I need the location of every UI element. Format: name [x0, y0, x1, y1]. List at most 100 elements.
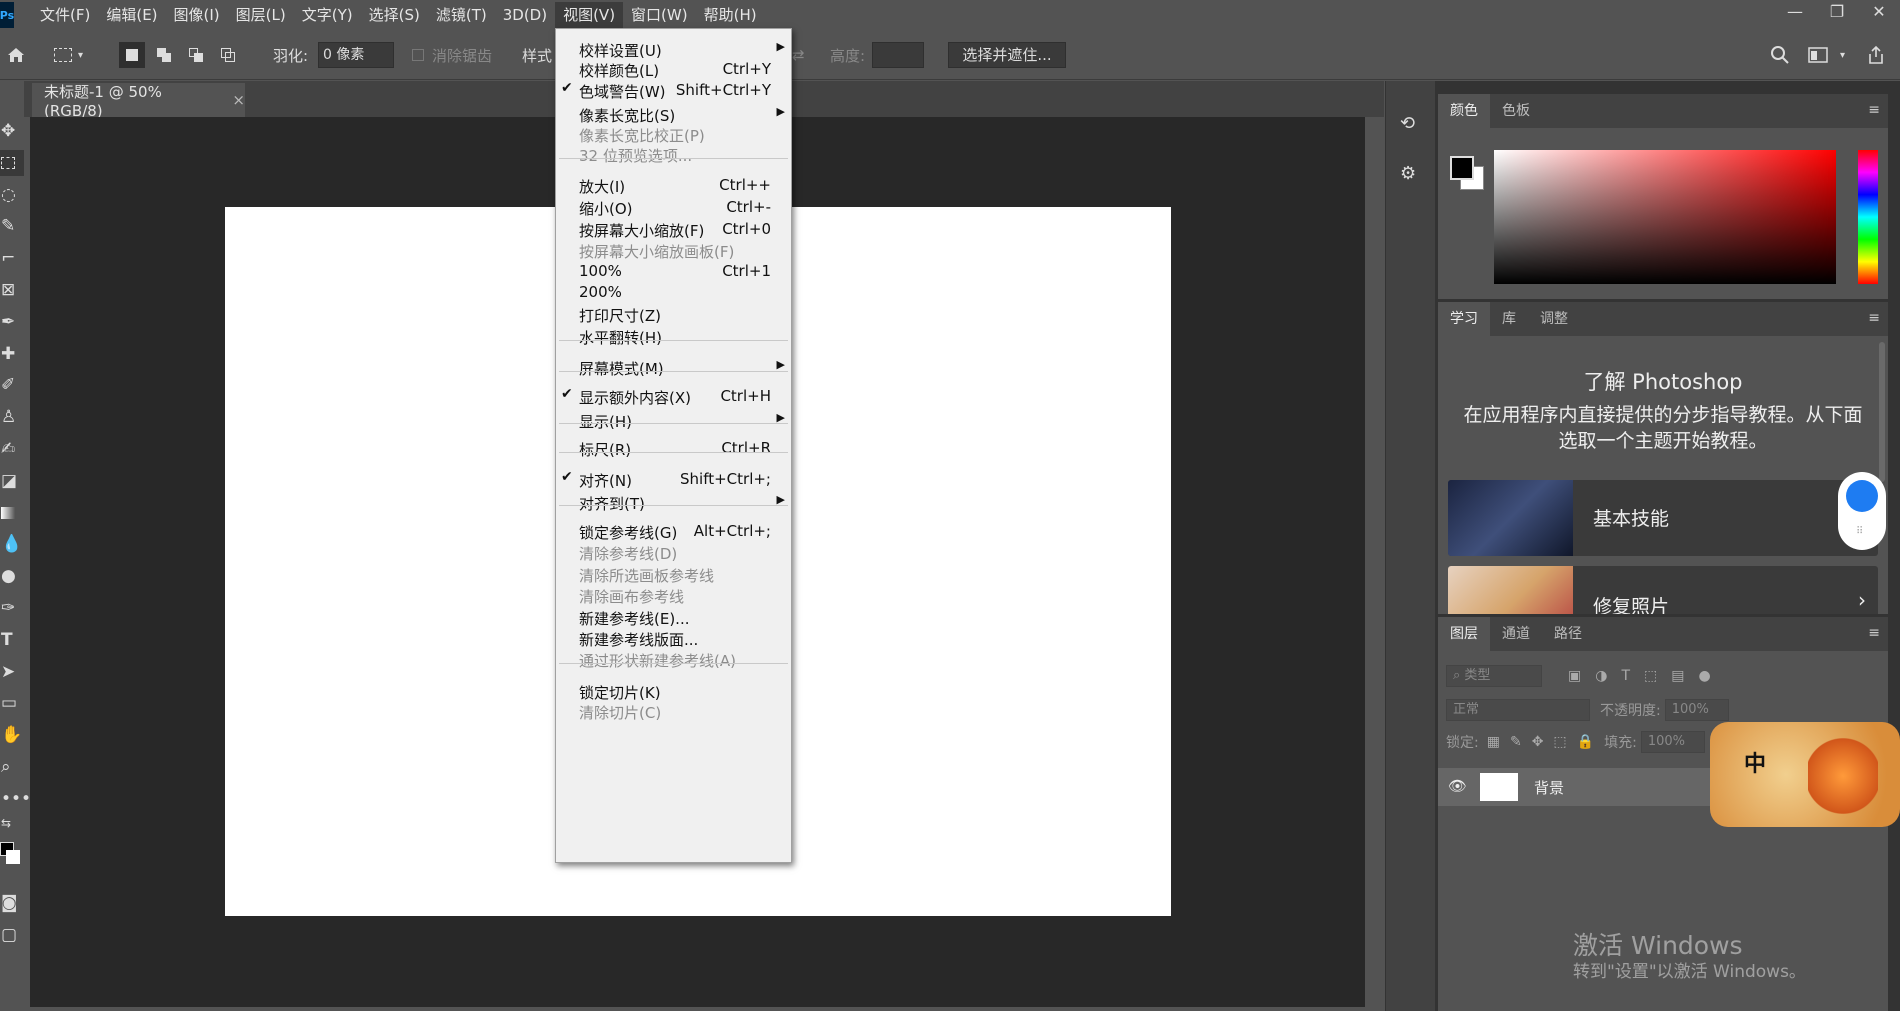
workspace-icon[interactable]: ▾ — [1808, 30, 1845, 80]
healing-brush-tool-icon[interactable]: ✚ — [0, 341, 24, 367]
intersect-selection-icon[interactable] — [215, 42, 241, 68]
filter-adjustment-icon[interactable]: ◑ — [1595, 668, 1607, 684]
background-color-swatch[interactable] — [6, 850, 20, 864]
pen-tool-icon[interactable]: ✑ — [0, 595, 24, 621]
new-selection-icon[interactable] — [119, 42, 145, 68]
menu-image[interactable]: 图像(I) — [166, 2, 228, 28]
clone-stamp-tool-icon[interactable]: ♙ — [0, 404, 24, 430]
opacity-input[interactable]: 100% — [1664, 699, 1729, 721]
close-tab-icon[interactable]: × — [232, 91, 245, 109]
view-menu-item[interactable]: 缩小(O) Ctrl+- — [556, 195, 793, 219]
menu-edit[interactable]: 编辑(E) — [98, 2, 165, 28]
tab-learn[interactable]: 学习 — [1438, 302, 1490, 336]
rectangle-tool-icon[interactable]: ▭ — [0, 690, 24, 716]
lasso-tool-icon[interactable]: ◌ — [0, 182, 24, 208]
view-menu-item[interactable]: 放大(I) Ctrl++ — [556, 173, 793, 197]
minimize-button[interactable]: — — [1774, 0, 1816, 26]
screen-mode-icon[interactable]: ▢ — [0, 922, 24, 948]
restore-button[interactable]: ❐ — [1816, 0, 1858, 26]
share-icon[interactable] — [1866, 30, 1886, 80]
lock-transparent-icon[interactable]: ▦ — [1487, 734, 1500, 750]
tab-paths[interactable]: 路径 — [1542, 617, 1594, 651]
home-icon[interactable] — [6, 30, 26, 80]
layer-filter-select[interactable]: ⌕ 类型 — [1446, 665, 1542, 687]
filter-shape-icon[interactable]: ⬚ — [1644, 668, 1657, 684]
swap-colors-icon[interactable]: ⇆ — [0, 810, 24, 836]
panel-menu-icon[interactable]: ≡ — [1868, 310, 1880, 326]
tab-swatches[interactable]: 色板 — [1490, 94, 1542, 128]
history-panel-icon[interactable]: ⟲ — [1400, 113, 1422, 135]
crop-tool-icon[interactable]: ⌐ — [0, 245, 24, 271]
select-and-mask-button[interactable]: 选择并遮住... — [948, 42, 1066, 68]
dodge-tool-icon[interactable]: ● — [0, 563, 24, 589]
quick-select-tool-icon[interactable]: ✎ — [0, 213, 24, 239]
marquee-preset-icon[interactable]: ▾ — [54, 30, 83, 80]
view-menu-item[interactable]: 水平翻转(H) — [556, 324, 793, 348]
foreground-color-swatch[interactable] — [1450, 156, 1474, 180]
color-field[interactable] — [1494, 150, 1836, 284]
gradient-tool-icon[interactable] — [0, 500, 24, 526]
blur-tool-icon[interactable]: 💧 — [0, 531, 24, 557]
hue-slider[interactable] — [1858, 150, 1878, 284]
filter-smart-object-icon[interactable]: ▤ — [1671, 668, 1684, 684]
drag-handle-icon[interactable]: ⠿ — [1856, 526, 1863, 537]
tab-layers[interactable]: 图层 — [1438, 617, 1490, 651]
view-menu-item[interactable]: ✔ 显示额外内容(X) Ctrl+H — [556, 384, 793, 408]
lock-move-icon[interactable]: ✥ — [1532, 734, 1544, 750]
panel-menu-icon[interactable]: ≡ — [1868, 625, 1880, 641]
properties-panel-icon[interactable]: ⚙ — [1400, 163, 1422, 185]
view-menu-item[interactable]: ✔ 对齐(N) Shift+Ctrl+; — [556, 467, 793, 491]
zoom-tool-icon[interactable]: ⌕ — [0, 754, 24, 780]
menu-layer[interactable]: 图层(L) — [228, 2, 294, 28]
filter-toggle-icon[interactable]: ● — [1698, 668, 1710, 684]
filter-pixel-icon[interactable]: ▣ — [1568, 668, 1581, 684]
view-menu-item[interactable]: ✔ 色域警告(W) Shift+Ctrl+Y — [556, 78, 793, 102]
tab-color[interactable]: 颜色 — [1438, 94, 1490, 128]
eyedropper-tool-icon[interactable]: ✒ — [0, 309, 24, 335]
swap-icon[interactable]: ⇄ — [792, 30, 805, 80]
height-input[interactable] — [872, 42, 924, 68]
view-menu-item[interactable]: 打印尺寸(Z) — [556, 302, 793, 326]
history-brush-tool-icon[interactable]: ✍ — [0, 436, 24, 462]
eraser-tool-icon[interactable]: ◪ — [0, 468, 24, 494]
eye-icon[interactable]: 👁 — [1448, 777, 1467, 795]
frame-tool-icon[interactable]: ⊠ — [0, 277, 24, 303]
menu-select[interactable]: 选择(S) — [361, 2, 428, 28]
blend-mode-select[interactable]: 正常 — [1446, 699, 1590, 721]
feather-input[interactable]: 0 像素 — [318, 42, 394, 68]
lock-artboard-icon[interactable]: ⬚ — [1553, 734, 1566, 750]
menu-filter[interactable]: 滤镜(T) — [428, 2, 495, 28]
scrollbar-thumb[interactable] — [1879, 342, 1885, 482]
close-button[interactable]: ✕ — [1858, 0, 1900, 26]
lock-all-icon[interactable]: 🔒 — [1577, 734, 1594, 750]
path-select-tool-icon[interactable]: ➤ — [0, 659, 24, 685]
floating-sticker[interactable]: 中 — [1710, 722, 1900, 827]
tab-libraries[interactable]: 库 — [1490, 302, 1528, 336]
marquee-tool-icon[interactable] — [0, 150, 24, 176]
tab-adjustments[interactable]: 调整 — [1528, 302, 1580, 336]
menu-3d[interactable]: 3D(D) — [495, 2, 555, 28]
tab-channels[interactable]: 通道 — [1490, 617, 1542, 651]
subtract-selection-icon[interactable] — [183, 42, 209, 68]
menu-type[interactable]: 文字(Y) — [294, 2, 361, 28]
type-tool-icon[interactable]: T — [0, 627, 24, 653]
quick-mask-icon[interactable]: ◙ — [0, 890, 24, 916]
menu-help[interactable]: 帮助(H) — [696, 2, 765, 28]
document-tab[interactable]: 未标题-1 @ 50%(RGB/8) × — [32, 83, 245, 120]
antialias-checkbox[interactable] — [412, 49, 424, 61]
view-menu-item[interactable]: 屏幕模式(M) ▶ — [556, 355, 793, 379]
menu-view[interactable]: 视图(V) — [555, 2, 624, 28]
lock-paint-icon[interactable]: ✎ — [1510, 734, 1522, 750]
view-menu-item[interactable]: 标尺(R) Ctrl+R — [556, 436, 793, 460]
panel-menu-icon[interactable]: ≡ — [1868, 102, 1880, 118]
assistant-floating-button[interactable]: ⠿ — [1838, 472, 1886, 550]
menu-window[interactable]: 窗口(W) — [623, 2, 696, 28]
more-tools-icon[interactable]: ••• — [0, 786, 31, 812]
hand-tool-icon[interactable]: ✋ — [0, 722, 24, 748]
learn-card-basic-skills[interactable]: 基本技能 — [1448, 480, 1878, 556]
learn-card-fix-photo[interactable]: 修复照片 › — [1448, 566, 1878, 614]
search-icon[interactable] — [1770, 30, 1790, 80]
view-menu-item[interactable]: 200% — [556, 280, 793, 304]
add-selection-icon[interactable] — [151, 42, 177, 68]
menu-file[interactable]: 文件(F) — [32, 2, 98, 28]
